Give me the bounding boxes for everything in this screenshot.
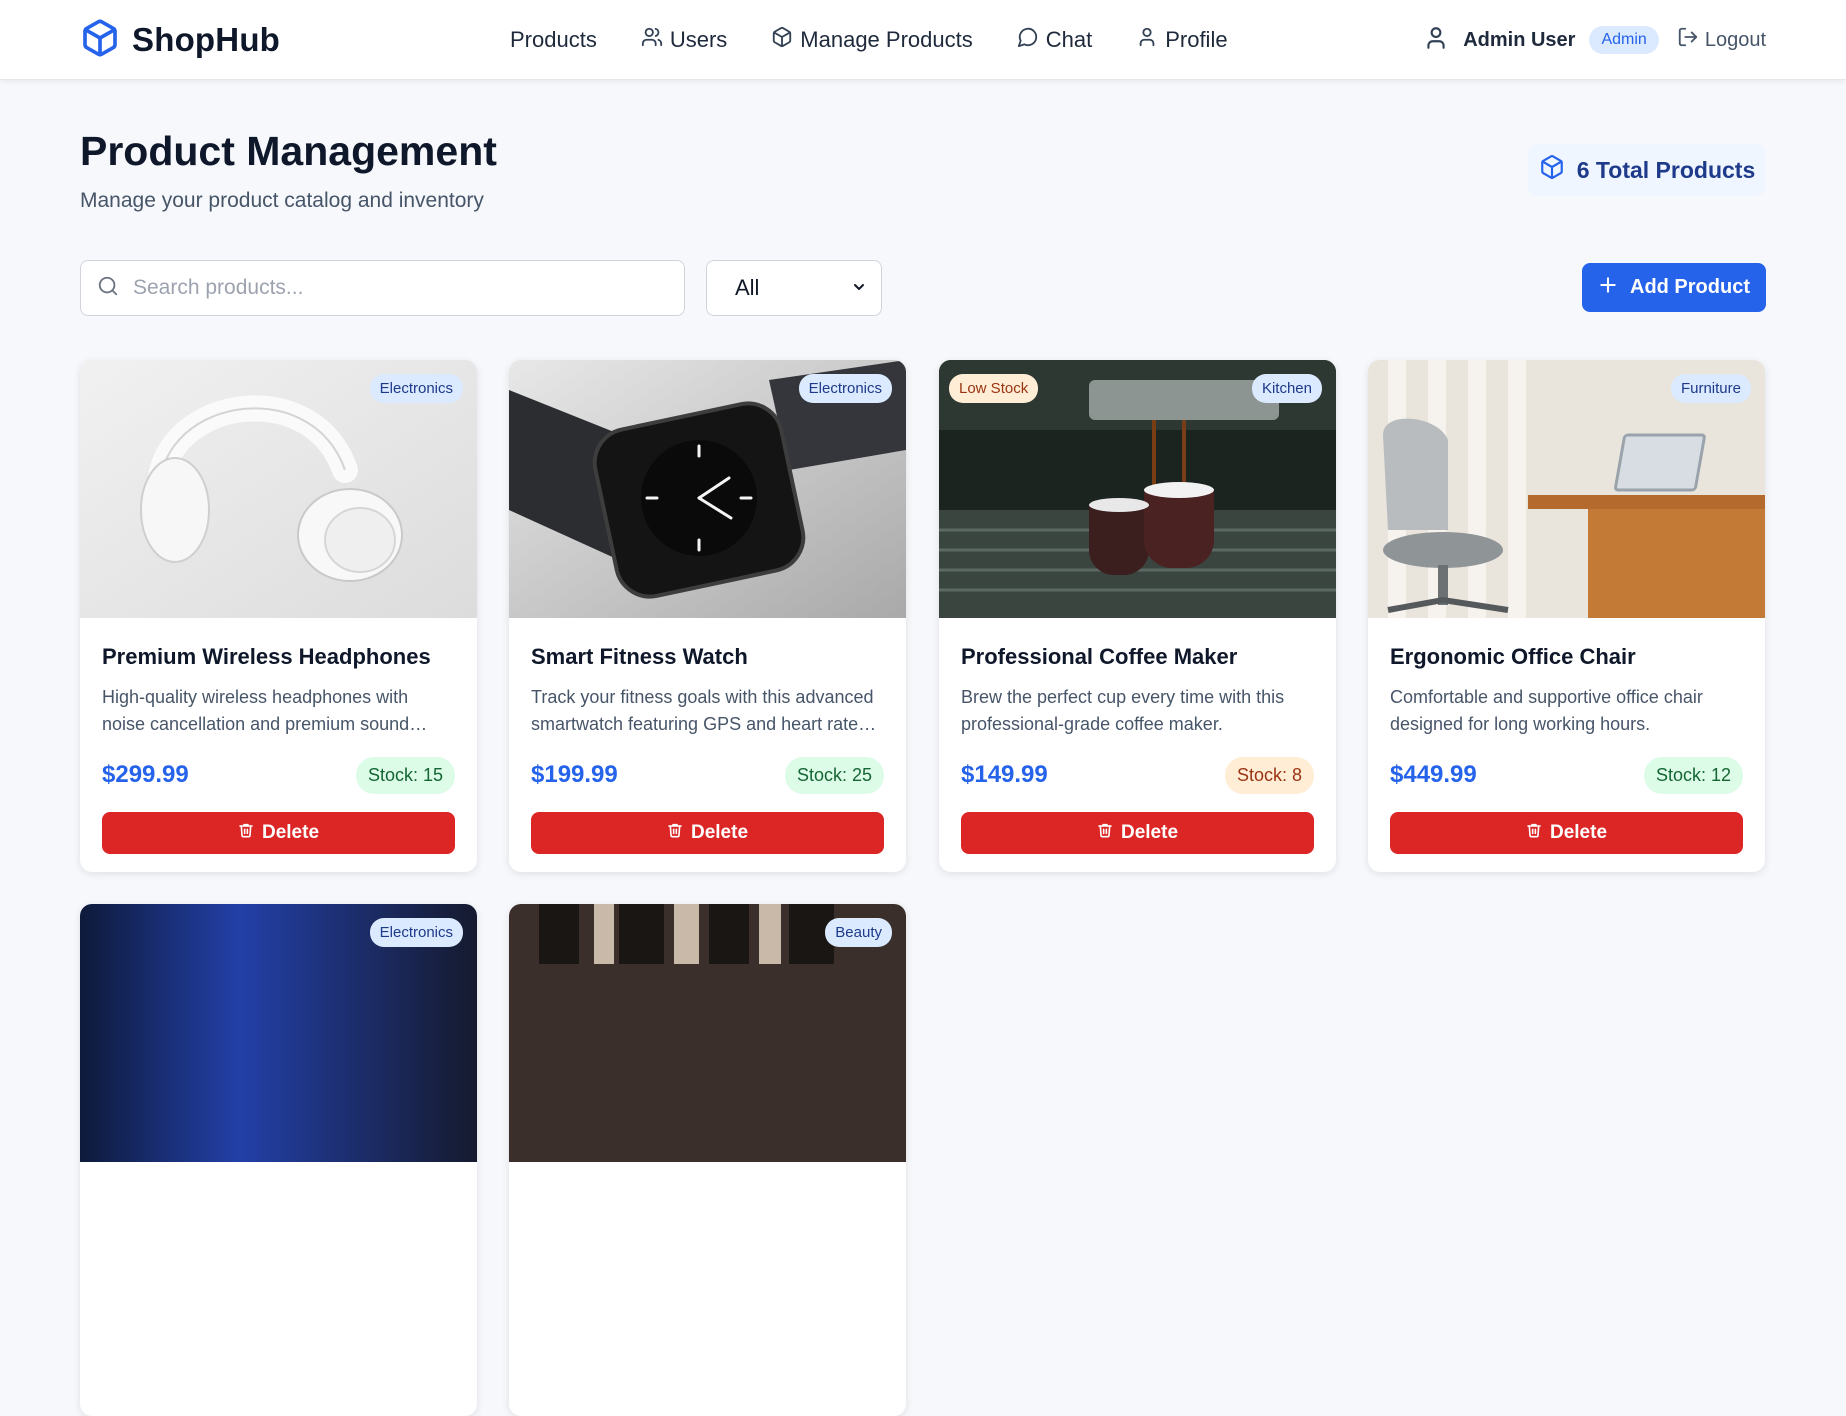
product-image-coffee-maker: Low Stock Kitchen [939, 360, 1336, 618]
product-description: High-quality wireless headphones with no… [102, 687, 410, 734]
stock-badge: Stock: 25 [784, 756, 884, 794]
category-badge: Electronics [798, 374, 892, 403]
product-card: Electronics Smart Fitness Watch Track yo… [509, 360, 906, 872]
nav-link-manage-products[interactable]: Manage Products [771, 26, 973, 54]
box-icon [771, 26, 793, 54]
product-description: Track your fitness goals with this advan… [531, 687, 874, 734]
stock-badge: Stock: 12 [1643, 756, 1743, 794]
user-name: Admin User [1463, 28, 1576, 51]
product-title: Smart Fitness Watch [531, 644, 748, 669]
total-products-badge: 6 Total Products [1528, 144, 1766, 196]
category-badge: Furniture [1670, 374, 1751, 403]
user-avatar-icon [1423, 25, 1449, 56]
nav-link-label: Chat [1045, 27, 1093, 52]
delete-button[interactable]: Delete [1390, 812, 1743, 854]
product-card: Furniture Ergonomic Office Chair Comfort… [1368, 360, 1765, 872]
category-badge: Electronics [369, 374, 463, 403]
product-image-office-chair: Furniture [1368, 360, 1765, 618]
product-card: Electronics [80, 904, 477, 1416]
product-image-watch: Electronics [509, 360, 906, 618]
delete-label: Delete [1549, 822, 1608, 843]
nav-link-profile[interactable]: Profile [1136, 26, 1228, 54]
filter-selected-value: All [735, 275, 760, 300]
category-badge: Kitchen [1251, 374, 1322, 403]
nav-link-label: Profile [1165, 27, 1228, 52]
trash-icon [238, 822, 254, 844]
product-description: Comfortable and supportive office chair … [1390, 687, 1703, 734]
product-card: Electronics Premium Wireless Headphones … [80, 360, 477, 872]
price-row: $449.99 Stock: 12 [1390, 756, 1743, 794]
stock-badge: Stock: 8 [1224, 756, 1314, 794]
nav-link-users[interactable]: Users [641, 26, 727, 54]
product-card: Beauty [509, 904, 906, 1416]
product-price: $199.99 [531, 761, 618, 788]
product-title: Ergonomic Office Chair [1390, 644, 1636, 669]
product-description: Brew the perfect cup every time with thi… [961, 687, 1285, 734]
stock-badge: Stock: 15 [355, 756, 455, 794]
trash-icon [1097, 822, 1113, 844]
nav-link-products[interactable]: Products [510, 27, 597, 53]
search-input[interactable] [133, 276, 653, 300]
plus-icon [1598, 275, 1618, 301]
nav-link-chat[interactable]: Chat [1017, 26, 1092, 54]
nav-link-label: Products [510, 27, 597, 52]
nav-link-label: Manage Products [800, 27, 973, 52]
users-icon [641, 26, 663, 54]
delete-label: Delete [261, 822, 320, 843]
search-icon [97, 275, 119, 302]
trash-icon [1526, 822, 1542, 844]
price-row: $299.99 Stock: 15 [102, 756, 455, 794]
category-filter-select[interactable]: All [706, 260, 882, 316]
chat-icon [1017, 26, 1039, 54]
chevron-down-icon [851, 275, 867, 301]
product-image-headphones: Electronics [80, 360, 477, 618]
delete-button[interactable]: Delete [531, 812, 884, 854]
product-card-body: Premium Wireless Headphones High-quality… [102, 618, 455, 854]
brand-name: ShopHub [132, 21, 281, 58]
delete-button[interactable]: Delete [102, 812, 455, 854]
logout-button[interactable]: Logout [1677, 26, 1766, 54]
add-product-button[interactable]: Add Product [1582, 263, 1766, 312]
total-products-label: 6 Total Products [1576, 156, 1756, 183]
product-price: $299.99 [102, 761, 189, 788]
add-product-label: Add Product [1630, 276, 1750, 298]
trash-icon [667, 822, 683, 844]
product-price: $149.99 [961, 761, 1048, 788]
delete-label: Delete [1120, 822, 1179, 843]
product-card-body: Smart Fitness Watch Track your fitness g… [531, 618, 884, 854]
product-card-body: Ergonomic Office Chair Comfortable and s… [1390, 618, 1743, 854]
price-row: $199.99 Stock: 25 [531, 756, 884, 794]
search-box [80, 260, 685, 316]
low-stock-badge: Low Stock [949, 374, 1039, 403]
brand[interactable]: ShopHub [80, 16, 280, 64]
nav-link-label: Users [669, 27, 728, 52]
product-title: Professional Coffee Maker [961, 644, 1238, 669]
box-logo-icon [80, 17, 120, 64]
page-subtitle: Manage your product catalog and inventor… [80, 189, 484, 212]
top-navbar: ShopHub Products Users Manage Products C… [0, 0, 1846, 80]
product-card: Low Stock Kitchen Professional Coffee Ma… [939, 360, 1336, 872]
product-price: $449.99 [1390, 761, 1477, 788]
main-nav: Products Users Manage Products Chat Prof… [510, 20, 1228, 60]
page-title: Product Management [80, 128, 497, 174]
user-icon [1136, 26, 1158, 54]
product-title: Premium Wireless Headphones [102, 644, 431, 669]
delete-label: Delete [690, 822, 749, 843]
user-area: Admin User Admin Logout [1423, 20, 1766, 60]
box-icon [1539, 154, 1565, 186]
product-card-body: Professional Coffee Maker Brew the perfe… [961, 618, 1314, 854]
delete-button[interactable]: Delete [961, 812, 1314, 854]
logout-label: Logout [1704, 28, 1766, 51]
role-badge: Admin [1589, 26, 1659, 54]
price-row: $149.99 Stock: 8 [961, 756, 1314, 794]
logout-icon [1677, 26, 1699, 54]
